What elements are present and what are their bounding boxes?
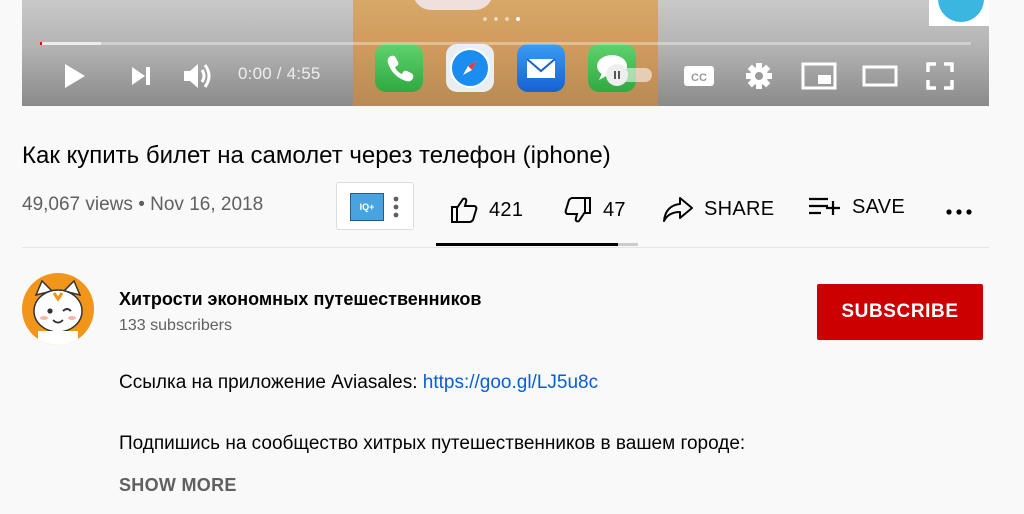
tiger-mascot-icon (33, 279, 83, 345)
share-arrow-icon (663, 197, 693, 222)
subscriber-count: 133 subscribers (119, 317, 232, 334)
thumbs-down-icon (564, 197, 591, 223)
share-button[interactable]: SHARE (662, 195, 774, 223)
autoplay-knob (606, 64, 628, 86)
autoplay-toggle[interactable] (606, 64, 652, 86)
channel-watermark[interactable] (929, 0, 989, 26)
section-divider (22, 247, 989, 248)
video-player[interactable]: 0:00 / 4:55 CC (22, 0, 989, 106)
settings-icon (746, 63, 772, 89)
show-more-button[interactable]: SHOW MORE (119, 475, 237, 496)
svg-text:CC: CC (691, 72, 707, 84)
captions-icon: CC (684, 66, 714, 86)
like-button[interactable]: 421 (449, 195, 523, 225)
video-title: Как купить билет на самолет через телефо… (22, 142, 611, 169)
playlist-add-icon (809, 197, 840, 215)
pause-icon (614, 71, 620, 79)
volume-icon (184, 64, 211, 88)
aviasales-link[interactable]: https://goo.gl/LJ5u8c (423, 372, 598, 393)
sentiment-bar-likes (436, 243, 618, 246)
video-frame-decoration (413, 0, 493, 10)
description-line-1: Ссылка на приложение Aviasales: https://… (119, 372, 598, 394)
theater-icon (862, 65, 898, 87)
extension-more-icon[interactable] (391, 195, 401, 224)
carousel-dot (505, 17, 509, 21)
progress-bar[interactable] (40, 42, 971, 45)
like-count: 421 (489, 198, 524, 221)
play-button[interactable] (58, 60, 90, 92)
carousel-dot (483, 17, 487, 21)
progress-loaded (40, 42, 101, 45)
phone-app-icon (375, 44, 423, 92)
miniplayer-icon (801, 62, 837, 90)
channel-avatar[interactable] (22, 273, 94, 345)
save-label: SAVE (852, 195, 906, 218)
carousel-dot (516, 17, 520, 21)
time-display: 0:00 / 4:55 (238, 64, 321, 83)
video-frame (353, 0, 658, 106)
save-button[interactable]: SAVE (808, 195, 905, 219)
sentiment-bar (436, 243, 638, 246)
dislike-button[interactable]: 47 (563, 195, 626, 225)
carousel-dots (483, 17, 520, 21)
miniplayer-button[interactable] (800, 60, 838, 92)
video-meta: 49,067 views • Nov 16, 2018 (22, 194, 263, 216)
extension-logo: IQ+ (350, 193, 384, 221)
share-label: SHARE (704, 197, 775, 220)
progress-played (40, 42, 42, 45)
next-icon (132, 67, 150, 85)
fullscreen-button[interactable] (922, 60, 958, 92)
fullscreen-icon (926, 62, 954, 90)
description-text-1: Ссылка на приложение Aviasales: (119, 372, 423, 393)
theater-mode-button[interactable] (861, 60, 899, 92)
carousel-dot (494, 17, 498, 21)
dislike-count: 47 (603, 198, 626, 221)
thumbs-up-icon (451, 197, 478, 223)
more-horizontal-icon (946, 209, 972, 215)
settings-button[interactable] (742, 60, 776, 92)
channel-name[interactable]: Хитрости экономных путешественников (119, 289, 481, 310)
mail-app-icon (517, 44, 565, 92)
meta-separator: • (138, 194, 145, 215)
play-icon (65, 64, 85, 88)
subscribe-button[interactable]: SUBSCRIBE (817, 284, 983, 340)
captions-button[interactable]: CC (682, 60, 716, 92)
extension-widget[interactable]: IQ+ (336, 182, 414, 230)
next-button[interactable] (125, 60, 157, 92)
description-line-2: Подпишись на сообщество хитрых путешеств… (119, 433, 746, 454)
safari-app-icon (446, 44, 494, 92)
more-actions-button[interactable] (946, 200, 972, 220)
publish-date: Nov 16, 2018 (150, 194, 264, 215)
view-count: 49,067 views (22, 194, 133, 215)
volume-button[interactable] (180, 60, 216, 92)
